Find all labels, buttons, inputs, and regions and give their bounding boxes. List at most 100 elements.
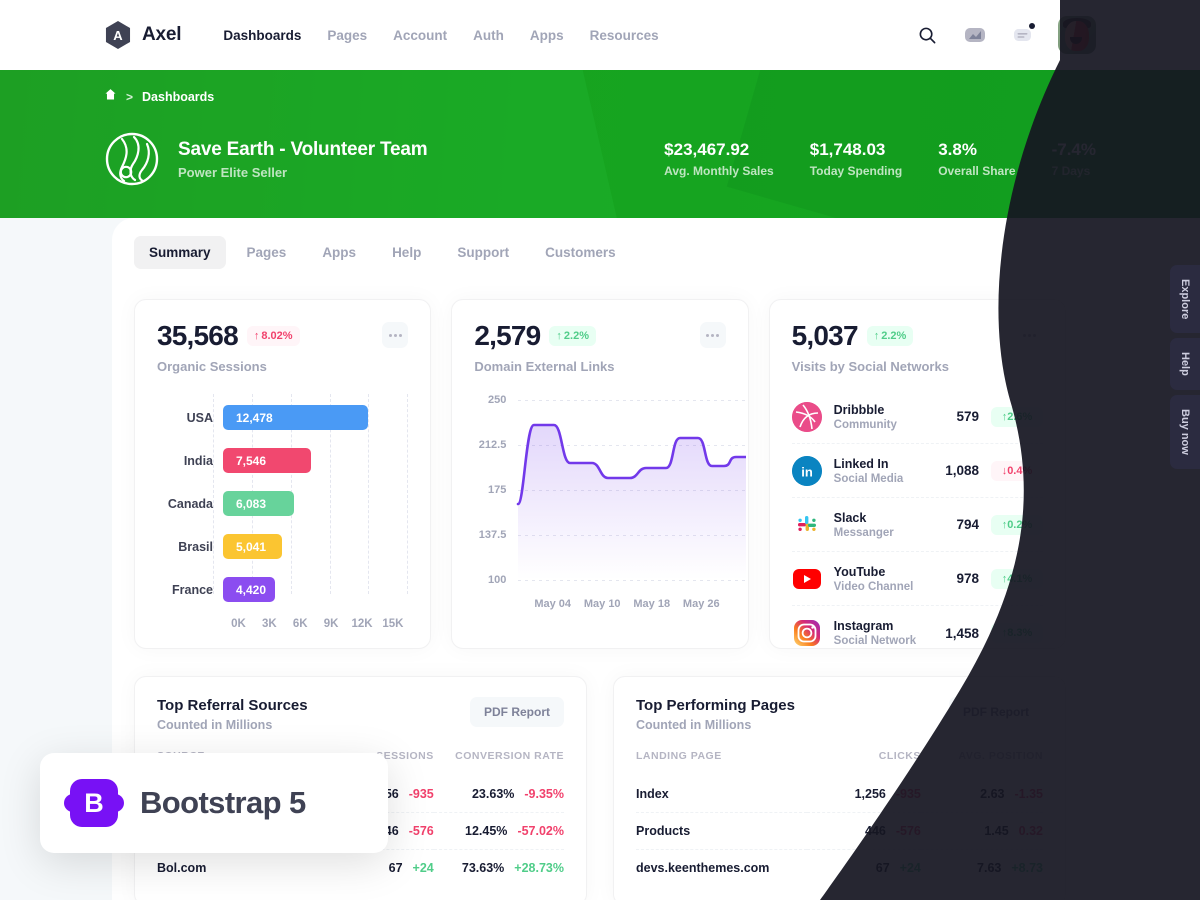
social-name: Linked In xyxy=(833,456,889,471)
social-value: 794 xyxy=(956,517,979,532)
arrow-up-icon: ↑ xyxy=(873,330,880,342)
tab-apps[interactable]: Apps xyxy=(307,236,371,269)
tab-summary[interactable]: Summary xyxy=(134,236,226,269)
hero-stat-monthly-sales: $23,467.92 Avg. Monthly Sales xyxy=(664,140,810,178)
list-item[interactable]: Instagram Social Network 1,458 ↑8.3% xyxy=(792,606,1043,648)
cell-position: 2.63 -1.35 xyxy=(921,776,1043,813)
x-tick: May 18 xyxy=(633,598,671,610)
social-value: 978 xyxy=(956,571,979,586)
social-delta-badge: ↓0.4% xyxy=(990,460,1043,481)
rail-button-buy-now[interactable]: Buy now xyxy=(1170,395,1200,470)
pdf-report-button[interactable]: PDF Report xyxy=(949,697,1043,727)
cell-conversion: 23.63% -9.35% xyxy=(434,776,564,813)
referral-title: Top Referral Sources xyxy=(157,697,308,714)
more-options-icon[interactable] xyxy=(382,322,409,348)
hero-stat-7-days: -7.4% 7 Days xyxy=(1052,140,1096,178)
social-category: Social Network xyxy=(833,635,917,647)
cell-clicks: 446 -576 xyxy=(806,812,921,850)
search-icon[interactable] xyxy=(914,22,940,48)
x-tick: 12K xyxy=(351,618,373,630)
position-value: 1.45 xyxy=(984,824,1009,838)
social-value: 579 xyxy=(956,409,979,424)
social-name: YouTube xyxy=(833,564,886,579)
tab-support[interactable]: Support xyxy=(442,236,524,269)
dribbble-icon xyxy=(791,401,822,432)
list-item[interactable]: Slack Messanger 794 ↑0.2% xyxy=(791,498,1043,552)
conversion-value: 73.63% xyxy=(461,861,505,875)
hero-stat-value: -7.4% xyxy=(1051,140,1096,159)
hero-stat-label: Today Spending xyxy=(809,164,903,178)
tab-pages[interactable]: Pages xyxy=(232,236,302,269)
social-delta: 0.2% xyxy=(1007,518,1033,531)
conversion-delta: -9.35% xyxy=(524,787,564,801)
hero-stat-label: Avg. Monthly Sales xyxy=(664,164,774,178)
x-tick: 6K xyxy=(292,618,308,630)
clicks-value: 446 xyxy=(865,824,886,838)
table-row[interactable]: Bol.com 67 +24 73.63% +28.73% xyxy=(157,849,564,886)
bar-france: 4,420 xyxy=(223,577,275,602)
social-delta-badge: ↑2.6% xyxy=(990,406,1043,427)
cell-sessions: 67 +24 xyxy=(311,849,434,886)
page-title: Save Earth - Volunteer Team xyxy=(178,138,428,160)
bootstrap-promo-card[interactable]: B Bootstrap 5 xyxy=(40,753,388,853)
list-item[interactable]: Dribbble Community 579 ↑2.6% xyxy=(791,390,1043,444)
navbar-actions xyxy=(914,16,1096,54)
rail-button-explore[interactable]: Explore xyxy=(1170,265,1200,334)
social-delta-badge: ↑4.1% xyxy=(990,568,1043,589)
list-item[interactable]: in Linked In Social Media 1,088 ↓0.4% xyxy=(791,444,1043,498)
more-options-icon[interactable] xyxy=(699,322,726,348)
breadcrumb-current[interactable]: Dashboards xyxy=(142,90,214,104)
more-options-icon[interactable] xyxy=(1016,322,1043,348)
clicks-delta: -576 xyxy=(895,824,921,838)
y-tick: 100 xyxy=(487,574,507,586)
nav-item-resources[interactable]: Resources xyxy=(590,28,659,43)
notifications-icon[interactable] xyxy=(1010,22,1036,48)
social-value: 1,458 xyxy=(945,625,979,641)
table-row[interactable]: devs.keenthemes.com 67 +24 7.63 +8.73 xyxy=(636,849,1043,886)
table-row[interactable]: Products 446 -576 1.45 0.32 xyxy=(636,812,1043,850)
brand-logo[interactable]: A Axel xyxy=(104,21,182,49)
external-links-label: Domain External Links xyxy=(474,359,615,374)
list-item[interactable]: YouTube Video Channel 978 ↑4.1% xyxy=(791,552,1043,606)
bar-brasil: 5,041 xyxy=(223,534,282,559)
pdf-report-button[interactable]: PDF Report xyxy=(470,697,564,727)
position-delta: -1.35 xyxy=(1014,787,1044,801)
card-organic-sessions: 35,568 ↑ 8.02% Organic Sessions USA 12,4… xyxy=(134,299,432,649)
conversion-delta: -57.02% xyxy=(517,824,564,838)
bar-canada: 6,083 xyxy=(223,491,294,516)
bar-row: France 4,420 xyxy=(157,568,408,611)
area-chart: 250 212.5 175 137.5 100 May 04 May 10 Ma… xyxy=(452,374,747,610)
home-icon[interactable] xyxy=(104,88,117,106)
bar-category: India xyxy=(183,453,213,468)
organic-sessions-value: 35,568 xyxy=(157,320,239,351)
hero-stats: $23,467.92 Avg. Monthly Sales $1,748.03 … xyxy=(664,140,1096,178)
avatar[interactable] xyxy=(1058,16,1096,54)
social-category: Community xyxy=(833,418,897,431)
tab-customers[interactable]: Customers xyxy=(530,236,631,269)
sessions-delta: +24 xyxy=(412,861,434,875)
position-value: 2.63 xyxy=(980,787,1005,801)
social-name: Instagram xyxy=(833,619,894,633)
arrow-up-icon: ↑ xyxy=(253,330,260,342)
nav-item-auth[interactable]: Auth xyxy=(473,28,504,43)
activity-icon[interactable] xyxy=(962,22,988,48)
nav-item-dashboards[interactable]: Dashboards xyxy=(223,28,301,43)
nav-item-apps[interactable]: Apps xyxy=(530,28,564,43)
rail-button-help[interactable]: Help xyxy=(1170,338,1200,391)
social-delta-badge: ↑8.3% xyxy=(990,623,1043,643)
table-row[interactable]: Index 1,256 -935 2.63 -1.35 xyxy=(636,776,1043,813)
clicks-delta: -935 xyxy=(895,787,921,801)
side-rail: Explore Help Buy now xyxy=(1170,265,1200,470)
hero-stat-label: 7 Days xyxy=(1051,164,1091,178)
cell-source: Bol.com xyxy=(157,849,312,886)
y-tick: 250 xyxy=(487,394,507,406)
tab-help[interactable]: Help xyxy=(377,236,436,269)
social-delta: 2.6% xyxy=(1007,410,1033,423)
bar-value: 5,041 xyxy=(236,539,267,554)
card-social-visits: 5,037 ↑ 2.2% Visits by Social Networks D… xyxy=(768,299,1066,649)
x-tick: May 10 xyxy=(583,598,621,610)
social-delta: 0.4% xyxy=(1007,464,1033,477)
col-conversion-rate: CONVERSION RATE xyxy=(455,750,564,762)
nav-item-pages[interactable]: Pages xyxy=(327,28,367,43)
nav-item-account[interactable]: Account xyxy=(393,28,447,43)
